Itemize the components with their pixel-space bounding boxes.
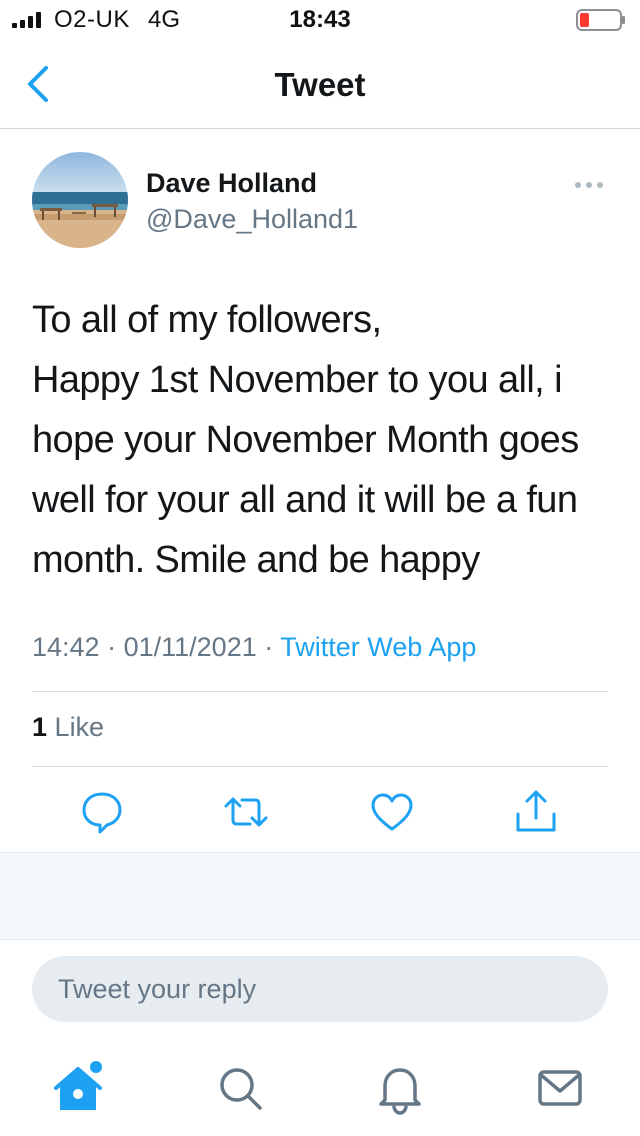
tweet-date: 01/11/2021 (123, 632, 257, 662)
like-count-label: Like (54, 712, 105, 742)
divider (32, 691, 608, 692)
top-navigation-bar: Tweet (0, 40, 640, 129)
reply-placeholder: Tweet your reply (58, 974, 257, 1004)
status-bar: O2-UK 4G 18:43 (0, 0, 640, 40)
avatar-beach-image (32, 152, 128, 248)
more-options-icon[interactable] (572, 172, 606, 198)
likes-count[interactable]: 1 Like (32, 712, 104, 743)
bottom-tab-bar (0, 1046, 640, 1136)
tweet-source-link[interactable]: Twitter Web App (280, 632, 476, 662)
search-icon[interactable] (212, 1060, 268, 1116)
separator-dot: · (264, 632, 281, 662)
avatar[interactable] (32, 152, 128, 248)
tweet-metadata: 14:42 · 01/11/2021 · Twitter Web App (32, 632, 476, 663)
separator-dot: · (107, 632, 124, 662)
like-icon[interactable] (368, 788, 416, 836)
author-handle[interactable]: @Dave_Holland1 (146, 204, 358, 235)
status-time: 18:43 (289, 6, 351, 33)
tweet-text-line: month. Smile and be happy (32, 539, 480, 581)
replies-area (0, 852, 640, 940)
tweet-actions (0, 784, 640, 838)
tweet-text-line: To all of my followers, (32, 299, 382, 341)
retweet-icon[interactable] (222, 788, 270, 836)
page-title: Tweet (274, 66, 366, 103)
author-display-name[interactable]: Dave Holland (146, 168, 317, 199)
messages-icon[interactable] (532, 1060, 588, 1116)
tweet-text-line: Happy 1st November to you all, i (32, 359, 563, 401)
share-icon[interactable] (512, 788, 560, 836)
notifications-icon[interactable] (372, 1060, 428, 1116)
reply-icon[interactable] (78, 788, 126, 836)
tweet-time: 14:42 (32, 632, 100, 662)
tweet-text-line: well for your all and it will be a fun (32, 479, 578, 521)
reply-input[interactable]: Tweet your reply (32, 956, 608, 1022)
like-count-number: 1 (32, 712, 48, 742)
tweet-text-line: hope your November Month goes (32, 419, 579, 461)
home-icon[interactable] (52, 1060, 108, 1116)
battery-icon (576, 9, 625, 31)
divider (32, 766, 608, 767)
tweet-text: To all of my followers, Happy 1st Novemb… (32, 290, 622, 590)
